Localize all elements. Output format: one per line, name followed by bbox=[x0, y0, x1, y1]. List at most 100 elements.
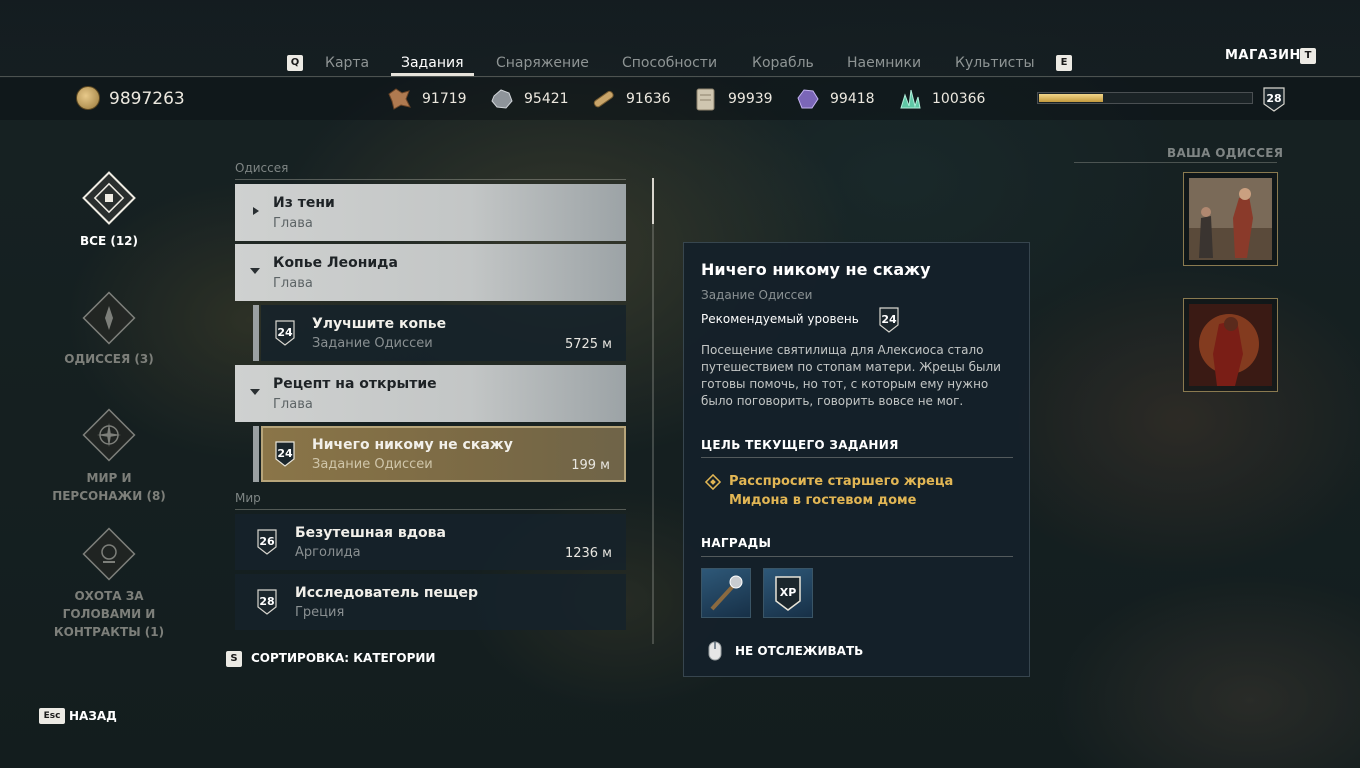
crystal-icon bbox=[900, 89, 921, 109]
back-button[interactable]: НАЗАД bbox=[69, 709, 117, 723]
ancient-tablet-icon bbox=[696, 88, 715, 111]
quest-level-value: 24 bbox=[277, 326, 293, 339]
chapter-title: Рецепт на открытие bbox=[273, 376, 437, 392]
quest-level-value: 26 bbox=[259, 535, 275, 548]
xp-reward-label: XP bbox=[780, 586, 797, 599]
quest-title: Улучшите копье bbox=[312, 316, 447, 332]
all-quests-icon[interactable] bbox=[79, 168, 139, 228]
tab-gear[interactable]: Снаряжение bbox=[496, 55, 589, 71]
chapter-title: Из тени bbox=[273, 195, 335, 211]
sort-button[interactable]: СОРТИРОВКА: КАТЕГОРИИ bbox=[251, 651, 435, 665]
drachmae-icon bbox=[76, 86, 100, 110]
quest-list-scrollbar[interactable] bbox=[652, 178, 654, 644]
prev-tab-key[interactable]: Q bbox=[287, 55, 303, 71]
chapter-row[interactable]: Копье Леонида Глава bbox=[235, 244, 626, 301]
leather-icon bbox=[388, 88, 411, 110]
xp-icon: XP bbox=[775, 576, 801, 611]
quest-subtitle: Задание Одиссеи bbox=[312, 457, 433, 472]
odyssey-illustration bbox=[1189, 304, 1272, 386]
detail-type: Задание Одиссеи bbox=[701, 288, 813, 302]
quest-title: Безутешная вдова bbox=[295, 525, 446, 541]
category-odyssey-label[interactable]: ОДИССЕЯ (3) bbox=[55, 350, 163, 368]
quest-list-scroll-thumb[interactable] bbox=[652, 178, 654, 224]
iron-ore-amount: 95421 bbox=[524, 91, 569, 107]
wood-amount: 91636 bbox=[626, 91, 671, 107]
category-all-label[interactable]: ВСЕ (12) bbox=[60, 232, 158, 250]
quest-title: Ничего никому не скажу bbox=[312, 437, 513, 453]
back-key[interactable]: Esc bbox=[39, 708, 65, 724]
odyssey-icon[interactable] bbox=[79, 288, 139, 348]
quest-subtitle: Задание Одиссеи bbox=[312, 336, 433, 351]
tab-quests[interactable]: Задания bbox=[401, 55, 464, 71]
tab-ship[interactable]: Корабль bbox=[752, 55, 814, 71]
collapse-arrow-icon bbox=[250, 268, 260, 274]
quest-row[interactable]: 28 Исследователь пещер Греция bbox=[235, 574, 626, 630]
tab-cultists[interactable]: Культисты bbox=[955, 55, 1035, 71]
quest-distance: 199 м bbox=[571, 458, 610, 473]
detail-title: Ничего никому не скажу bbox=[701, 260, 931, 279]
drachmae-amount: 9897263 bbox=[109, 89, 185, 109]
iron-ore-icon bbox=[491, 89, 513, 109]
tree-connector bbox=[253, 305, 259, 361]
leather-amount: 91719 bbox=[422, 91, 467, 107]
odyssey-illustration bbox=[1189, 178, 1272, 260]
quest-row[interactable]: 26 Безутешная вдова Арголида 1236 м bbox=[235, 514, 626, 570]
player-level-badge: 28 bbox=[1263, 87, 1285, 112]
bounty-contracts-icon[interactable] bbox=[79, 524, 139, 584]
shop-button[interactable]: МАГАЗИН bbox=[1225, 48, 1301, 63]
reward-xp[interactable]: XP bbox=[763, 568, 813, 618]
crystal-amount: 100366 bbox=[932, 91, 986, 107]
odyssey-card[interactable] bbox=[1183, 298, 1278, 392]
chapter-row[interactable]: Рецепт на открытие Глава bbox=[235, 365, 626, 422]
quest-level-badge: 24 bbox=[275, 320, 295, 346]
quest-distance: 5725 м bbox=[564, 337, 612, 352]
quest-distance: 1236 м bbox=[564, 546, 612, 561]
category-world-label[interactable]: МИР И ПЕРСОНАЖИ (8) bbox=[50, 469, 168, 505]
chapter-title: Копье Леонида bbox=[273, 255, 398, 271]
wood-icon bbox=[593, 90, 614, 108]
tree-connector bbox=[253, 426, 259, 482]
chapter-subtitle: Глава bbox=[273, 276, 313, 291]
category-bounty-label[interactable]: ОХОТА ЗА ГОЛОВАМИ И КОНТРАКТЫ (1) bbox=[52, 587, 166, 641]
section-divider bbox=[235, 509, 626, 510]
quest-title: Исследователь пещер bbox=[295, 585, 479, 601]
top-divider bbox=[0, 76, 1360, 77]
xp-progress-bar bbox=[1037, 92, 1253, 104]
reward-weapon[interactable] bbox=[701, 568, 751, 618]
objective-header: ЦЕЛЬ ТЕКУЩЕГО ЗАДАНИЯ bbox=[701, 438, 899, 452]
recommended-level-value: 24 bbox=[881, 313, 897, 326]
quest-subtitle: Греция bbox=[295, 605, 345, 620]
world-characters-icon[interactable] bbox=[79, 405, 139, 465]
chapter-row[interactable]: Из тени Глава bbox=[235, 184, 626, 241]
untrack-button[interactable]: НЕ ОТСЛЕЖИВАТЬ bbox=[735, 644, 863, 658]
odyssey-divider bbox=[1074, 162, 1277, 163]
quest-row-selected[interactable]: 24 Ничего никому не скажу Задание Одиссе… bbox=[261, 426, 626, 482]
ancient-tablet-amount: 99939 bbox=[728, 91, 773, 107]
xp-progress-fill bbox=[1039, 94, 1103, 102]
quest-subtitle: Арголида bbox=[295, 545, 361, 560]
obsidian-amount: 99418 bbox=[830, 91, 875, 107]
quest-level-value: 24 bbox=[277, 447, 293, 460]
tab-map[interactable]: Карта bbox=[325, 55, 369, 71]
quest-level-badge: 26 bbox=[257, 529, 277, 555]
odyssey-card[interactable] bbox=[1183, 172, 1278, 266]
quest-level-badge: 28 bbox=[257, 589, 277, 615]
odyssey-header: ВАША ОДИССЕЯ bbox=[1167, 146, 1284, 160]
shop-key[interactable]: T bbox=[1300, 48, 1316, 64]
quest-detail-panel: Ничего никому не скажу Задание Одиссеи Р… bbox=[683, 242, 1030, 677]
section-divider bbox=[235, 179, 626, 180]
quest-level-badge: 24 bbox=[275, 441, 295, 467]
objective-divider bbox=[701, 457, 1013, 458]
tab-mercenaries[interactable]: Наемники bbox=[847, 55, 921, 71]
section-odyssey-header: Одиссея bbox=[235, 161, 289, 175]
mouse-icon bbox=[708, 641, 722, 661]
mace-weapon-icon bbox=[710, 575, 743, 611]
chapter-subtitle: Глава bbox=[273, 397, 313, 412]
quest-row[interactable]: 24 Улучшите копье Задание Одиссеи 5725 м bbox=[261, 305, 626, 361]
tab-abilities[interactable]: Способности bbox=[622, 55, 717, 71]
recommended-level-badge: 24 bbox=[879, 307, 899, 333]
next-tab-key[interactable]: E bbox=[1056, 55, 1072, 71]
sort-key[interactable]: S bbox=[226, 651, 242, 667]
quest-level-value: 28 bbox=[259, 595, 274, 608]
obsidian-icon bbox=[797, 89, 819, 109]
